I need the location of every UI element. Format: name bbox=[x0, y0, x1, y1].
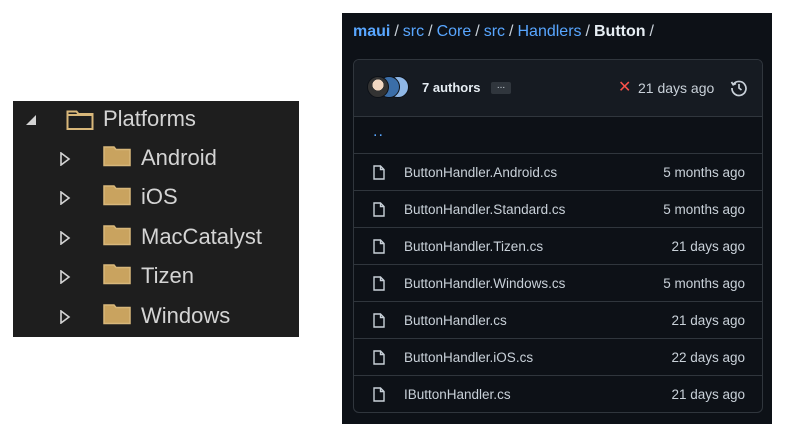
tree-item-label: Android bbox=[141, 145, 217, 170]
expand-arrow-icon[interactable] bbox=[59, 269, 71, 285]
breadcrumb-link-src[interactable]: src bbox=[403, 23, 424, 40]
file-name-link[interactable]: ButtonHandler.Standard.cs bbox=[404, 202, 565, 217]
breadcrumb-link-core[interactable]: Core bbox=[437, 23, 472, 40]
history-icon[interactable] bbox=[730, 79, 748, 97]
folder-icon bbox=[103, 263, 131, 289]
file-name-link[interactable]: IButtonHandler.cs bbox=[404, 387, 511, 402]
breadcrumb-separator: / bbox=[475, 23, 480, 40]
folder-icon bbox=[103, 224, 131, 250]
file-commit-age[interactable]: 21 days ago bbox=[671, 313, 745, 328]
file-icon bbox=[373, 202, 385, 217]
expand-arrow-icon[interactable] bbox=[59, 151, 71, 167]
file-name-link[interactable]: ButtonHandler.iOS.cs bbox=[404, 350, 533, 365]
tree-item-ios[interactable]: iOS bbox=[59, 180, 178, 214]
x-icon[interactable]: ✕ bbox=[618, 77, 631, 96]
folder-icon bbox=[103, 145, 131, 171]
breadcrumb-separator: / bbox=[428, 23, 433, 40]
breadcrumb-link-handlers[interactable]: Handlers bbox=[518, 23, 582, 40]
file-list-box: 7 authors ... ✕ 21 days ago .. ButtonHan… bbox=[353, 59, 763, 413]
folder-icon bbox=[103, 184, 131, 210]
tree-item-label: Windows bbox=[141, 303, 231, 328]
breadcrumb-separator: / bbox=[394, 23, 399, 40]
expand-arrow-icon[interactable] bbox=[59, 190, 71, 206]
expand-arrow-icon[interactable] bbox=[59, 309, 71, 325]
file-commit-age[interactable]: 5 months ago bbox=[663, 165, 745, 180]
commit-age[interactable]: 21 days ago bbox=[638, 80, 714, 96]
tree-item-platforms[interactable]: Platforms bbox=[24, 102, 196, 136]
file-commit-age[interactable]: 21 days ago bbox=[671, 239, 745, 254]
file-row[interactable]: ButtonHandler.Standard.cs 5 months ago bbox=[354, 190, 762, 227]
tree-item-label: MacCatalyst bbox=[141, 224, 263, 249]
tree-item-windows[interactable]: Windows bbox=[59, 299, 230, 333]
latest-commit-header: 7 authors ... ✕ 21 days ago bbox=[354, 60, 762, 117]
collapse-arrow-icon[interactable] bbox=[24, 112, 38, 126]
repo-directory-view: maui / src / Core / src / Handlers / Button/ 7 aut… bbox=[342, 13, 772, 424]
breadcrumb: maui / src / Core / src / Handlers / Button / bbox=[353, 23, 658, 41]
breadcrumb-repo-link[interactable]: maui bbox=[353, 23, 390, 40]
folder-open-icon bbox=[66, 109, 94, 130]
file-commit-age[interactable]: 5 months ago bbox=[663, 202, 745, 217]
tree-item-label: Platforms bbox=[103, 106, 196, 131]
file-commit-age[interactable]: 5 months ago bbox=[663, 276, 745, 291]
file-row[interactable]: ButtonHandler.Tizen.cs 21 days ago bbox=[354, 227, 762, 264]
file-icon bbox=[373, 276, 385, 291]
file-icon bbox=[373, 350, 385, 365]
parent-directory-row[interactable]: .. bbox=[354, 117, 762, 154]
tree-item-android[interactable]: Android bbox=[59, 141, 217, 175]
breadcrumb-separator: / bbox=[585, 23, 590, 40]
expand-arrow-icon[interactable] bbox=[59, 230, 71, 246]
tree-item-label: iOS bbox=[141, 184, 178, 209]
file-icon bbox=[373, 239, 385, 254]
file-name-link[interactable]: ButtonHandler.cs bbox=[404, 313, 507, 328]
parent-directory-link[interactable]: .. bbox=[373, 123, 384, 141]
tree-item-maccatalyst[interactable]: MacCatalyst bbox=[59, 220, 262, 254]
breadcrumb-separator: / bbox=[649, 23, 654, 40]
file-icon bbox=[373, 387, 385, 402]
solution-explorer: Platforms Android iOS MacCatalyst Tizen bbox=[13, 101, 299, 337]
tree-item-label: Tizen bbox=[141, 263, 194, 288]
file-name-link[interactable]: ButtonHandler.Android.cs bbox=[404, 165, 557, 180]
file-icon bbox=[373, 313, 385, 328]
breadcrumb-link-src-2[interactable]: src bbox=[484, 23, 505, 40]
file-commit-age[interactable]: 22 days ago bbox=[671, 350, 745, 365]
authors-count-link[interactable]: 7 authors bbox=[422, 80, 481, 95]
author-avatars[interactable] bbox=[367, 76, 409, 100]
file-row[interactable]: ButtonHandler.cs 21 days ago bbox=[354, 301, 762, 338]
file-row[interactable]: ButtonHandler.iOS.cs 22 days ago bbox=[354, 338, 762, 375]
file-row[interactable]: ButtonHandler.Windows.cs 5 months ago bbox=[354, 264, 762, 301]
tree-item-tizen[interactable]: Tizen bbox=[59, 259, 194, 293]
breadcrumb-separator: / bbox=[509, 23, 514, 40]
file-icon bbox=[373, 165, 385, 180]
breadcrumb-current: Button bbox=[593, 23, 646, 40]
file-row[interactable]: ButtonHandler.Android.cs 5 months ago bbox=[354, 153, 762, 190]
file-commit-age[interactable]: 21 days ago bbox=[671, 387, 745, 402]
file-name-link[interactable]: ButtonHandler.Tizen.cs bbox=[404, 239, 543, 254]
folder-icon bbox=[103, 303, 131, 329]
file-name-link[interactable]: ButtonHandler.Windows.cs bbox=[404, 276, 565, 291]
file-row[interactable]: IButtonHandler.cs 21 days ago bbox=[354, 375, 762, 412]
expand-commit-message-button[interactable]: ... bbox=[491, 81, 511, 94]
avatar[interactable] bbox=[367, 76, 389, 98]
